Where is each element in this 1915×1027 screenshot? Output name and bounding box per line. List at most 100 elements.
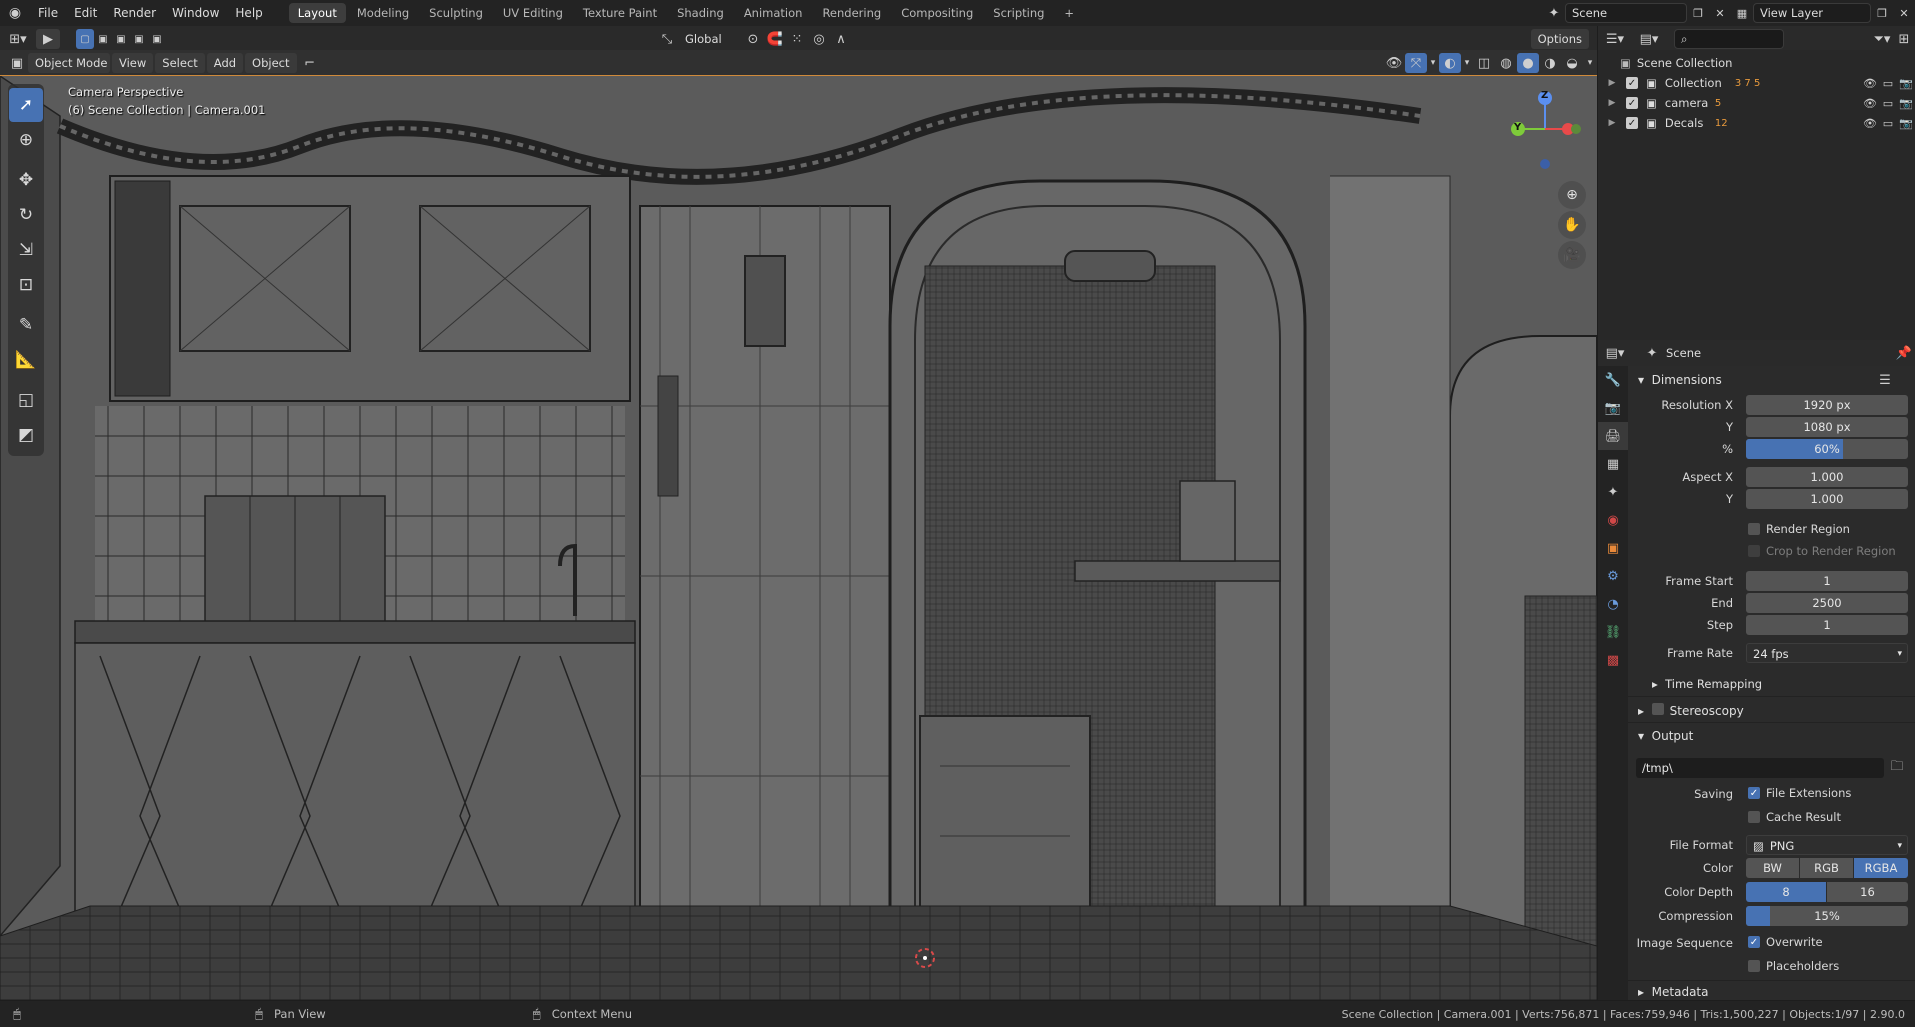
- menu-file[interactable]: File: [30, 0, 66, 26]
- color-depth-8-button[interactable]: 8: [1746, 882, 1826, 902]
- view-layer-selector[interactable]: View Layer: [1753, 3, 1871, 23]
- add-cube-tool-icon[interactable]: ◱: [9, 383, 43, 417]
- preset-list-icon[interactable]: ☰: [1874, 370, 1896, 390]
- frame-rate-dropdown[interactable]: 24 fps ▾: [1746, 643, 1908, 663]
- frame-start-field[interactable]: 1: [1746, 571, 1908, 591]
- close-layer-icon[interactable]: ✕: [1893, 3, 1915, 23]
- move-tool-icon[interactable]: ✥: [9, 163, 43, 197]
- select-mode-intersect-icon[interactable]: ▣: [148, 29, 166, 49]
- camera-view-icon[interactable]: 🎥: [1558, 241, 1586, 269]
- expand-icon[interactable]: ▶: [1598, 118, 1626, 128]
- modifier-tab-icon[interactable]: ⚙: [1598, 562, 1628, 590]
- mode-dropdown[interactable]: Object Mode: [28, 53, 110, 73]
- measure-tool-icon[interactable]: 📐: [9, 343, 43, 377]
- view-layer-icon[interactable]: ▦: [1731, 3, 1753, 23]
- frame-end-field[interactable]: 2500: [1746, 593, 1908, 613]
- menu-edit[interactable]: Edit: [66, 0, 105, 26]
- view-layer-tab-icon[interactable]: ▦: [1598, 450, 1628, 478]
- menu-add[interactable]: Add: [206, 53, 244, 73]
- compression-slider[interactable]: 15%: [1746, 906, 1908, 926]
- add-plane-tool-icon[interactable]: ◩: [9, 418, 43, 452]
- select-box-tool-icon[interactable]: ➚: [9, 88, 43, 122]
- display-mode-icon[interactable]: ▤▾: [1632, 29, 1666, 49]
- select-mode-new-icon[interactable]: ▢: [76, 29, 94, 49]
- file-format-dropdown[interactable]: ▨ PNG ▾: [1746, 835, 1908, 855]
- snap-icon[interactable]: 🧲: [764, 29, 786, 49]
- crop-region-checkbox[interactable]: Crop to Render Region: [1748, 544, 1896, 558]
- object-mode-icon[interactable]: ▣: [6, 53, 28, 73]
- overwrite-checkbox[interactable]: ✓ Overwrite: [1748, 935, 1823, 949]
- render-region-checkbox[interactable]: Render Region: [1748, 522, 1850, 536]
- world-tab-icon[interactable]: ◉: [1598, 506, 1628, 534]
- tool-tab-icon[interactable]: 🔧: [1598, 366, 1628, 394]
- proportional-edit-icon[interactable]: ◎: [808, 29, 830, 49]
- select-tool-icon[interactable]: ▶: [36, 29, 60, 49]
- tab-rendering[interactable]: Rendering: [813, 3, 890, 23]
- menu-view[interactable]: View: [112, 53, 154, 73]
- data-tab-icon[interactable]: ▩: [1598, 646, 1628, 674]
- close-scene-icon[interactable]: ✕: [1709, 3, 1731, 23]
- shading-solid-icon[interactable]: ●: [1517, 53, 1539, 73]
- overlay-dropdown-icon[interactable]: ▾: [1461, 53, 1473, 73]
- tab-sculpting[interactable]: Sculpting: [420, 3, 492, 23]
- render-icon[interactable]: 📷: [1897, 113, 1915, 133]
- viewport-disable-icon[interactable]: ▭: [1879, 113, 1897, 133]
- transform-tool-icon[interactable]: ⊡: [9, 268, 43, 302]
- gizmo-toggle-icon[interactable]: ⤧: [1405, 53, 1427, 73]
- dimensions-section-header[interactable]: ▾ Dimensions: [1638, 373, 1722, 387]
- blender-logo-icon[interactable]: ◉: [0, 3, 30, 23]
- properties-editor-icon[interactable]: ▤▾: [1598, 343, 1632, 363]
- color-rgb-button[interactable]: RGB: [1800, 858, 1853, 878]
- shading-dropdown-icon[interactable]: ▾: [1583, 53, 1597, 73]
- aspect-y-field[interactable]: 1.000: [1746, 489, 1908, 509]
- cache-result-checkbox[interactable]: Cache Result: [1748, 810, 1841, 824]
- exclude-checkbox[interactable]: ✓: [1626, 117, 1638, 129]
- copy-scene-icon[interactable]: ❐: [1687, 3, 1709, 23]
- output-section-header[interactable]: ▾ Output: [1638, 729, 1693, 743]
- color-depth-16-button[interactable]: 16: [1827, 882, 1908, 902]
- constraints-tab-icon[interactable]: ⛓: [1598, 618, 1628, 646]
- eye-icon[interactable]: 👁: [1861, 113, 1879, 133]
- 3d-viewport[interactable]: Camera Perspective (6) Scene Collection …: [0, 76, 1597, 1000]
- viewport-disable-icon[interactable]: ▭: [1879, 73, 1897, 93]
- resolution-percent-slider[interactable]: 60%: [1746, 439, 1908, 459]
- cursor-tool-icon[interactable]: ⊕: [9, 123, 43, 157]
- expand-icon[interactable]: ▶: [1598, 78, 1626, 88]
- scene-icon[interactable]: ✦: [1543, 3, 1565, 23]
- stereoscopy-section-header[interactable]: ▸ Stereoscopy: [1638, 703, 1744, 718]
- tab-shading[interactable]: Shading: [668, 3, 733, 23]
- pan-hand-icon[interactable]: ✋: [1558, 211, 1586, 239]
- gizmo-dropdown-icon[interactable]: ▾: [1427, 53, 1439, 73]
- outliner-scene-collection[interactable]: ▣ Scene Collection: [1598, 53, 1915, 73]
- navigation-gizmo[interactable]: Z Y: [1500, 84, 1590, 174]
- orientation-icon[interactable]: ⤡: [656, 29, 678, 49]
- exclude-checkbox[interactable]: ✓: [1626, 97, 1638, 109]
- select-mode-invert-icon[interactable]: ▣: [130, 29, 148, 49]
- tab-compositing[interactable]: Compositing: [892, 3, 982, 23]
- render-tab-icon[interactable]: 📷: [1598, 394, 1628, 422]
- exclude-checkbox[interactable]: ✓: [1626, 77, 1638, 89]
- output-tab-icon[interactable]: 🖨: [1598, 422, 1628, 450]
- tab-scripting[interactable]: Scripting: [984, 3, 1053, 23]
- pivot-icon[interactable]: ⊙: [742, 29, 764, 49]
- select-mode-extend-icon[interactable]: ▣: [94, 29, 112, 49]
- shading-material-icon[interactable]: ◑: [1539, 53, 1561, 73]
- render-icon[interactable]: 📷: [1897, 93, 1915, 113]
- expand-icon[interactable]: ▶: [1598, 98, 1626, 108]
- shading-rendered-icon[interactable]: ◒: [1561, 53, 1583, 73]
- visibility-icon[interactable]: 👁: [1383, 53, 1405, 73]
- stereoscopy-checkbox[interactable]: [1651, 703, 1664, 715]
- transform-affect-icon[interactable]: ⌐: [299, 53, 321, 73]
- outliner-item-camera[interactable]: ▶ ✓ ▣ camera 5 👁 ▭ 📷: [1598, 93, 1915, 113]
- new-collection-icon[interactable]: ⊞: [1893, 29, 1915, 49]
- tab-animation[interactable]: Animation: [735, 3, 812, 23]
- menu-window[interactable]: Window: [164, 0, 227, 26]
- scale-tool-icon[interactable]: ⇲: [9, 233, 43, 267]
- snap-target-icon[interactable]: ⁙: [786, 29, 808, 49]
- scene-tab-icon[interactable]: ✦: [1598, 478, 1628, 506]
- annotate-tool-icon[interactable]: ✎: [9, 308, 43, 342]
- color-rgba-button[interactable]: RGBA: [1854, 858, 1908, 878]
- tab-modeling[interactable]: Modeling: [348, 3, 418, 23]
- overlay-toggle-icon[interactable]: ◐: [1439, 53, 1461, 73]
- select-mode-subtract-icon[interactable]: ▣: [112, 29, 130, 49]
